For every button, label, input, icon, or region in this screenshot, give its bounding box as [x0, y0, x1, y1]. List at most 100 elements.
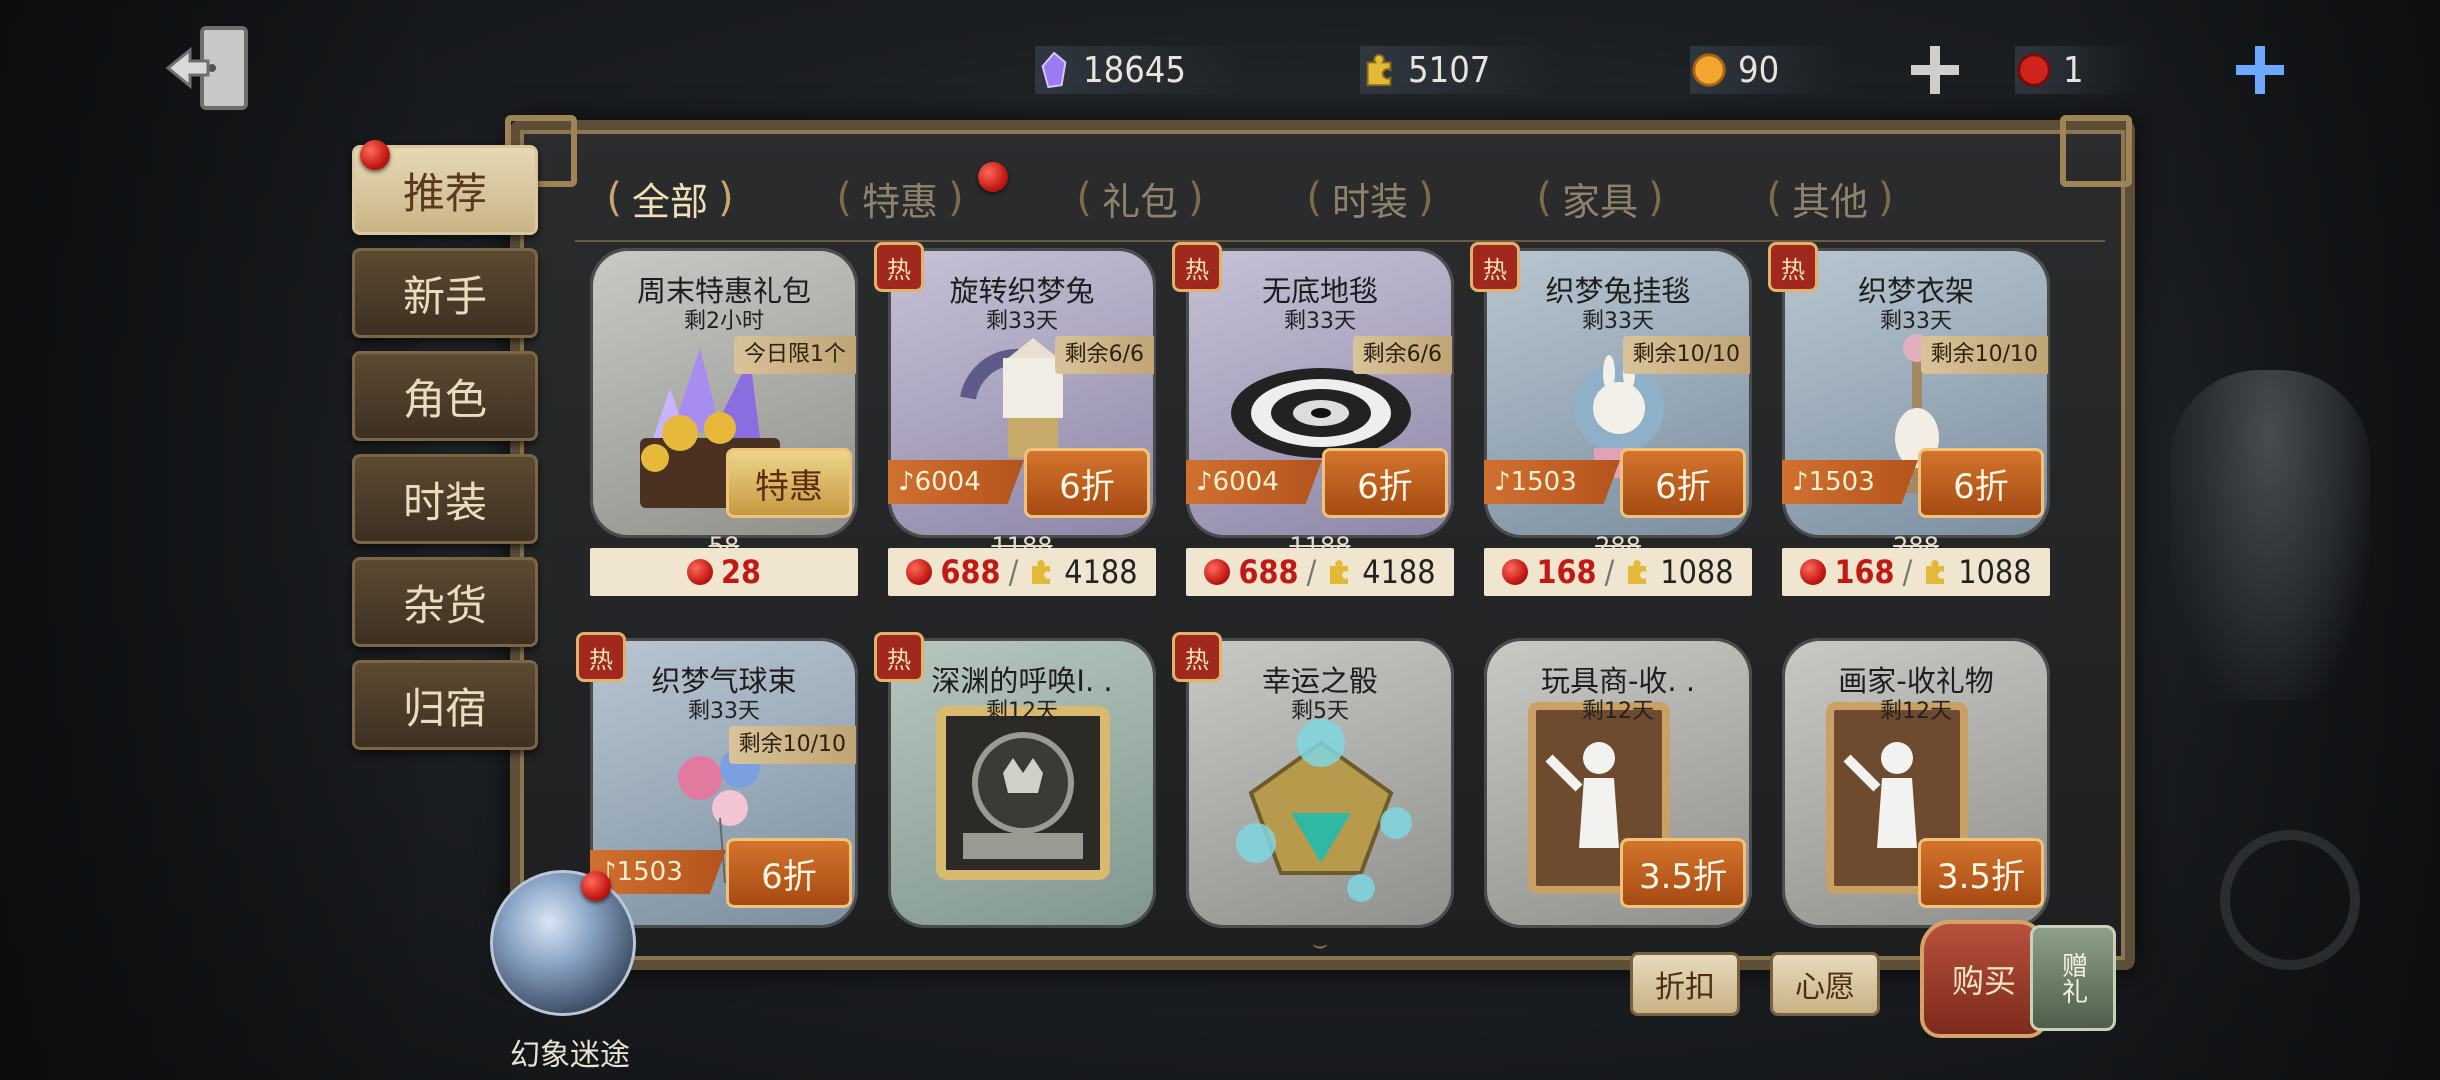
coin-amount: 90 — [1738, 49, 1780, 91]
tab-label: 时装 — [1331, 179, 1408, 224]
echo-gem-icon — [686, 559, 713, 585]
laurel-left-icon: ( — [1766, 175, 1782, 221]
puzzle-piece-icon — [1032, 560, 1051, 584]
laurel-right-icon: ) — [1878, 175, 1894, 221]
item-remaining-time: 剩33天 — [1284, 309, 1356, 334]
echo-points-tag: ♪ 1503 — [1782, 460, 1918, 504]
discount-badge: 6折 — [726, 838, 852, 908]
item-remaining-time: 剩5天 — [1291, 699, 1349, 724]
echo-gem-icon — [1800, 559, 1827, 585]
background-doll-figure — [2170, 370, 2370, 700]
price-row: 28 — [590, 548, 858, 596]
tab-label: 全部 — [631, 179, 708, 224]
puzzle-price: 1088 — [1958, 553, 2032, 591]
price-row: 688 / 4188 — [1186, 548, 1454, 596]
price-separator: / — [1902, 553, 1913, 591]
laurel-left-icon: ( — [1076, 175, 1092, 221]
laurel-left-icon: ( — [1306, 175, 1322, 221]
tab-fashion[interactable]: ( 时装 ) — [1270, 168, 1470, 228]
discount-badge: 特惠 — [726, 448, 852, 518]
echo-price: 28 — [720, 553, 762, 591]
shop-item-card[interactable]: 周末特惠礼包 剩2小时 今日限1个 特惠 58 28 — [590, 248, 858, 596]
tab-other[interactable]: ( 其他 ) — [1730, 168, 1930, 228]
wishlist-tag-label: 心愿 — [1795, 970, 1855, 1005]
item-remaining-time: 剩33天 — [1582, 309, 1654, 334]
puzzle-piece-icon — [1628, 560, 1647, 584]
tab-label: 家具 — [1561, 179, 1638, 224]
tab-special-offer[interactable]: ( 特惠 ) — [800, 168, 1000, 228]
price-row: 168 / 1088 — [1484, 548, 1752, 596]
discount-tag-button[interactable]: 折扣 — [1630, 952, 1740, 1016]
puzzle-piece-icon — [1366, 53, 1392, 87]
puzzle-price: 4188 — [1362, 553, 1436, 591]
scroll-ornament-icon: ⌣ — [1312, 930, 1328, 958]
price-separator: / — [1008, 553, 1019, 591]
item-remaining-time: 剩33天 — [688, 699, 760, 724]
gift-button[interactable]: 赠礼 — [2030, 925, 2116, 1031]
side-tab-label: 归宿 — [402, 683, 487, 733]
puzzle-piece-icon — [1926, 560, 1945, 584]
echo-points-value: 1503 — [616, 857, 683, 887]
purchase-limit-badge: 剩余10/10 — [1920, 336, 2048, 374]
shop-item-card[interactable]: 热 织梦兔挂毯 剩33天 剩余10/10 ♪ 1503 6折 288 168 / … — [1470, 242, 1752, 596]
illusion-orb-button[interactable] — [490, 870, 636, 1016]
shop-item-card[interactable]: 画家-收礼物 剩12天 3.5折 — [1782, 638, 2050, 928]
echo-points-tag: ♪ 6004 — [888, 460, 1024, 504]
side-tab-label: 角色 — [402, 374, 487, 424]
laurel-left-icon: ( — [836, 175, 852, 221]
item-remaining-time: 剩12天 — [1880, 699, 1952, 724]
side-tab-character[interactable]: 角色 — [352, 351, 538, 441]
tab-all[interactable]: ( 全部 ) — [570, 168, 770, 228]
discount-badge: 6折 — [1918, 448, 2044, 518]
discount-badge: 3.5折 — [1918, 838, 2044, 908]
shop-item-card[interactable]: 热 旋转织梦兔 剩33天 剩余6/6 ♪ 6004 6折 1188 688 / 4… — [874, 242, 1156, 596]
abyss-call-frame-art — [936, 706, 1110, 880]
shop-item-card[interactable]: 热 幸运之骰 剩5天 — [1172, 632, 1454, 928]
item-remaining-time: 剩2小时 — [684, 309, 764, 334]
discount-badge: 6折 — [1024, 448, 1150, 518]
echo-amount: 1 — [2063, 49, 2084, 91]
shop-item-card[interactable]: 热 无底地毯 剩33天 剩余6/6 ♪ 6004 6折 1188 688 / 41… — [1172, 242, 1454, 596]
wishlist-tag-button[interactable]: 心愿 — [1770, 952, 1880, 1016]
laurel-right-icon: ) — [948, 175, 964, 221]
echo-gem-icon — [1204, 559, 1231, 585]
gold-coin-icon — [1692, 53, 1726, 87]
shop-item-card[interactable]: 热 织梦气球束 剩33天 剩余10/10 ♪ 1503 6折 — [576, 632, 858, 928]
echo-currency: 1 — [2015, 40, 2144, 100]
item-remaining-time: 剩12天 — [1582, 699, 1654, 724]
side-tab-fashion[interactable]: 时装 — [352, 454, 538, 544]
background-film-reel — [2220, 830, 2360, 970]
side-tab-label: 推荐 — [402, 168, 487, 218]
buy-bag-button[interactable]: 购买 — [1920, 920, 2048, 1038]
purchase-limit-badge: 剩余6/6 — [1352, 336, 1452, 374]
side-tab-newbie[interactable]: 新手 — [352, 248, 538, 338]
discount-badge: 6折 — [1322, 448, 1448, 518]
notification-dot — [978, 162, 1008, 192]
puzzle-price: 1088 — [1660, 553, 1734, 591]
tab-gift-pack[interactable]: ( 礼包 ) — [1040, 168, 1240, 228]
puzzle-currency: 5107 — [1360, 40, 1551, 100]
coin-currency: 90 — [1690, 40, 1840, 100]
echo-gem-icon — [906, 559, 933, 585]
side-tab-misc[interactable]: 杂货 — [352, 557, 538, 647]
exit-button[interactable] — [160, 18, 260, 118]
discount-tag-label: 折扣 — [1655, 970, 1715, 1005]
add-echo-plus-icon[interactable] — [2230, 40, 2290, 100]
side-tab-home[interactable]: 归宿 — [352, 660, 538, 750]
echo-points-value: 6004 — [914, 467, 981, 497]
price-separator: / — [1604, 553, 1615, 591]
notification-dot — [360, 140, 390, 170]
laurel-right-icon: ) — [1418, 175, 1434, 221]
tab-furniture[interactable]: ( 家具 ) — [1500, 168, 1700, 228]
tab-label: 其他 — [1791, 179, 1868, 224]
add-coin-plus-icon[interactable] — [1905, 40, 1965, 100]
shop-item-card[interactable]: 热 织梦衣架 剩33天 剩余10/10 ♪ 1503 6折 288 168 / 1… — [1768, 242, 2050, 596]
shop-item-card[interactable]: 玩具商-收. . 剩12天 3.5折 — [1484, 638, 1752, 928]
laurel-left-icon: ( — [606, 175, 622, 221]
price-separator: / — [1306, 553, 1317, 591]
discount-badge: 3.5折 — [1620, 838, 1746, 908]
laurel-right-icon: ) — [1188, 175, 1204, 221]
tab-label: 礼包 — [1101, 179, 1178, 224]
shop-item-card[interactable]: 热 深渊的呼唤I. . 剩12天 — [874, 632, 1156, 928]
side-tab-label: 杂货 — [402, 580, 487, 630]
